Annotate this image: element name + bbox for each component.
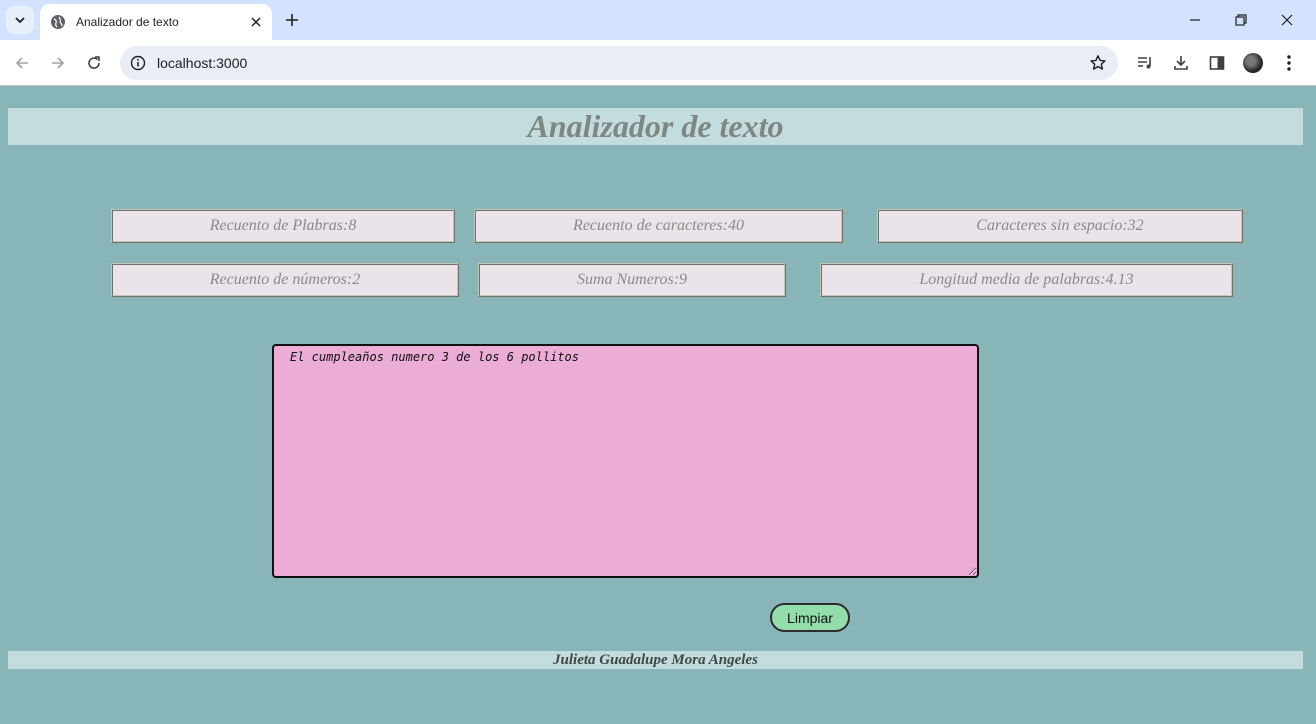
minimize-button[interactable] (1172, 0, 1218, 40)
profile-button[interactable] (1239, 49, 1267, 77)
download-button[interactable] (1167, 49, 1195, 77)
globe-icon (50, 14, 66, 30)
restore-button[interactable] (1218, 0, 1264, 40)
clear-button[interactable]: Limpiar (770, 603, 850, 632)
reload-button[interactable] (80, 49, 108, 77)
side-panel-button[interactable] (1203, 49, 1231, 77)
close-icon[interactable] (246, 12, 266, 32)
number-sum-stat: Suma Numeros:9 (478, 263, 786, 297)
text-input[interactable] (272, 344, 979, 578)
browser-tab-strip: Analizador de texto (0, 0, 1316, 40)
back-button[interactable] (8, 49, 36, 77)
back-icon (15, 57, 28, 69)
star-icon[interactable] (1084, 49, 1112, 77)
page-footer: Julieta Guadalupe Mora Angeles (8, 651, 1303, 669)
url-text[interactable]: localhost:3000 (157, 55, 1084, 71)
word-count-stat: Recuento de Plabras:8 (111, 209, 455, 243)
download-icon (1174, 56, 1188, 70)
page-title: Analizador de texto (527, 108, 784, 144)
browser-tab[interactable]: Analizador de texto (40, 4, 272, 40)
profile-avatar (1243, 53, 1263, 73)
media-icon (1138, 57, 1151, 69)
number-count-stat: Recuento de números:2 (111, 263, 459, 297)
tab-title: Analizador de texto (76, 15, 179, 29)
new-tab-button[interactable] (280, 8, 304, 32)
media-control-button[interactable] (1131, 49, 1159, 77)
chevron-down-icon (15, 17, 25, 24)
browser-menu-button[interactable] (1275, 49, 1303, 77)
plus-icon (286, 14, 298, 26)
text-input-container (272, 344, 979, 578)
tab-search-button[interactable] (6, 6, 34, 34)
restore-icon (1235, 14, 1247, 26)
char-count-stat: Recuento de caracteres:40 (474, 209, 843, 243)
reload-icon (88, 56, 100, 69)
page-header: Analizador de texto (8, 108, 1303, 145)
avg-word-length-stat: Longitud media de palabras:4.13 (820, 263, 1233, 297)
close-window-icon (1281, 14, 1293, 26)
site-info-icon[interactable] (128, 53, 148, 73)
close-window-button[interactable] (1264, 0, 1310, 40)
browser-toolbar: localhost:3000 (0, 40, 1316, 86)
minimize-icon (1190, 19, 1200, 21)
menu-icon (1287, 55, 1291, 71)
author-name: Julieta Guadalupe Mora Angeles (553, 651, 758, 668)
forward-icon (52, 57, 65, 69)
sidepanel-icon (1209, 56, 1225, 70)
address-bar[interactable]: localhost:3000 (120, 46, 1118, 80)
chars-no-space-stat: Caracteres sin espacio:32 (877, 209, 1243, 243)
forward-button[interactable] (44, 49, 72, 77)
